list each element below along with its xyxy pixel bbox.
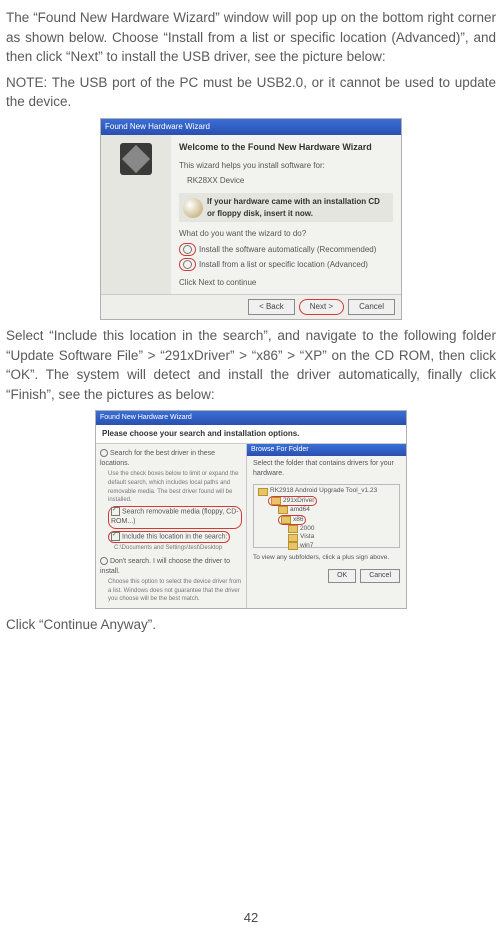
cancel-button-2[interactable]: Cancel [360, 569, 400, 583]
page-number: 42 [0, 909, 502, 928]
tree-2000: 2000 [300, 525, 314, 533]
paragraph-1: The “Found New Hardware Wizard” window w… [6, 8, 496, 67]
media-hint-box: If your hardware came with an installati… [179, 193, 393, 222]
hardware-wizard-dialog: Found New Hardware Wizard Welcome to the… [100, 118, 402, 320]
dialog-titlebar: Found New Hardware Wizard [101, 119, 401, 135]
wizard-graphic-panel [101, 135, 171, 295]
folder-icon [288, 542, 298, 550]
wizard-continue-text: Click Next to continue [179, 275, 393, 291]
radio-advanced-label: Install from a list or specific location… [199, 259, 368, 271]
folder-icon [288, 534, 298, 542]
radio-auto-install[interactable]: Install the software automatically (Reco… [179, 242, 393, 257]
figure-2: Found New Hardware Wizard Please choose … [6, 410, 496, 609]
cd-icon [183, 198, 203, 218]
radio-dont-search-label: Don't search. I will choose the driver t… [100, 558, 230, 575]
ok-button[interactable]: OK [328, 569, 356, 583]
folder-icon [281, 516, 291, 524]
tree-win7: win7 [300, 542, 313, 550]
paragraph-3: Select “Include this location in the sea… [6, 326, 496, 404]
search-desc: Use the check boxes below to limit or ex… [100, 470, 242, 505]
next-button[interactable]: Next > [299, 299, 344, 315]
device-name: RK28XX Device [179, 173, 393, 189]
radio-search-label: Search for the best driver in these loca… [100, 450, 215, 467]
chk-removable-label[interactable]: Search removable media (floppy, CD-ROM..… [111, 508, 239, 525]
folder-icon [258, 488, 268, 496]
folder-icon [288, 525, 298, 533]
tree-amd64: amd64 [290, 506, 310, 514]
hardware-icon [120, 143, 152, 175]
folder-tree[interactable]: RK2918 Android Upgrade Tool_v1.23 291xDr… [253, 484, 400, 548]
browse-folder-title: Browse For Folder [247, 444, 406, 456]
browse-folder-text: Select the folder that contains drivers … [247, 456, 406, 482]
folder-icon [278, 506, 288, 514]
radio-advanced-install[interactable]: Install from a list or specific location… [179, 257, 393, 272]
cancel-button[interactable]: Cancel [348, 299, 395, 315]
location-path: C:\Documents and Settings\test\Desktop [100, 544, 242, 553]
document-page: The “Found New Hardware Wizard” window w… [0, 0, 502, 946]
wizard-question: What do you want the wizard to do? [179, 226, 393, 242]
dont-search-desc: Choose this option to select the device … [100, 578, 242, 604]
radio-auto-label: Install the software automatically (Reco… [199, 244, 376, 256]
folder-icon [271, 497, 281, 505]
tree-root: RK2918 Android Upgrade Tool_v1.23 [270, 487, 377, 495]
paragraph-note: NOTE: The USB port of the PC must be USB… [6, 73, 496, 112]
wizard-heading: Welcome to the Found New Hardware Wizard [179, 141, 393, 154]
radio-dont-search[interactable]: Don't search. I will choose the driver t… [100, 556, 242, 578]
tree-vista: Vista [300, 533, 314, 541]
media-hint-text: If your hardware came with an installati… [207, 196, 389, 219]
paragraph-4: Click “Continue Anyway”. [6, 615, 496, 635]
tree-291xdriver: 291xDriver [283, 497, 314, 505]
dialog-titlebar-2: Found New Hardware Wizard [96, 411, 406, 425]
browse-hint: To view any subfolders, click a plus sig… [247, 550, 406, 565]
radio-search-best[interactable]: Search for the best driver in these loca… [100, 448, 242, 470]
wizard-text-1: This wizard helps you install software f… [179, 158, 393, 174]
search-options-dialog: Found New Hardware Wizard Please choose … [95, 410, 407, 609]
back-button[interactable]: < Back [248, 299, 295, 315]
chk-include-location-label[interactable]: Include this location in the search: [122, 533, 227, 540]
dialog-subheading: Please choose your search and installati… [96, 425, 406, 444]
figure-1: Found New Hardware Wizard Welcome to the… [6, 118, 496, 320]
tree-x86: x86 [293, 516, 303, 524]
